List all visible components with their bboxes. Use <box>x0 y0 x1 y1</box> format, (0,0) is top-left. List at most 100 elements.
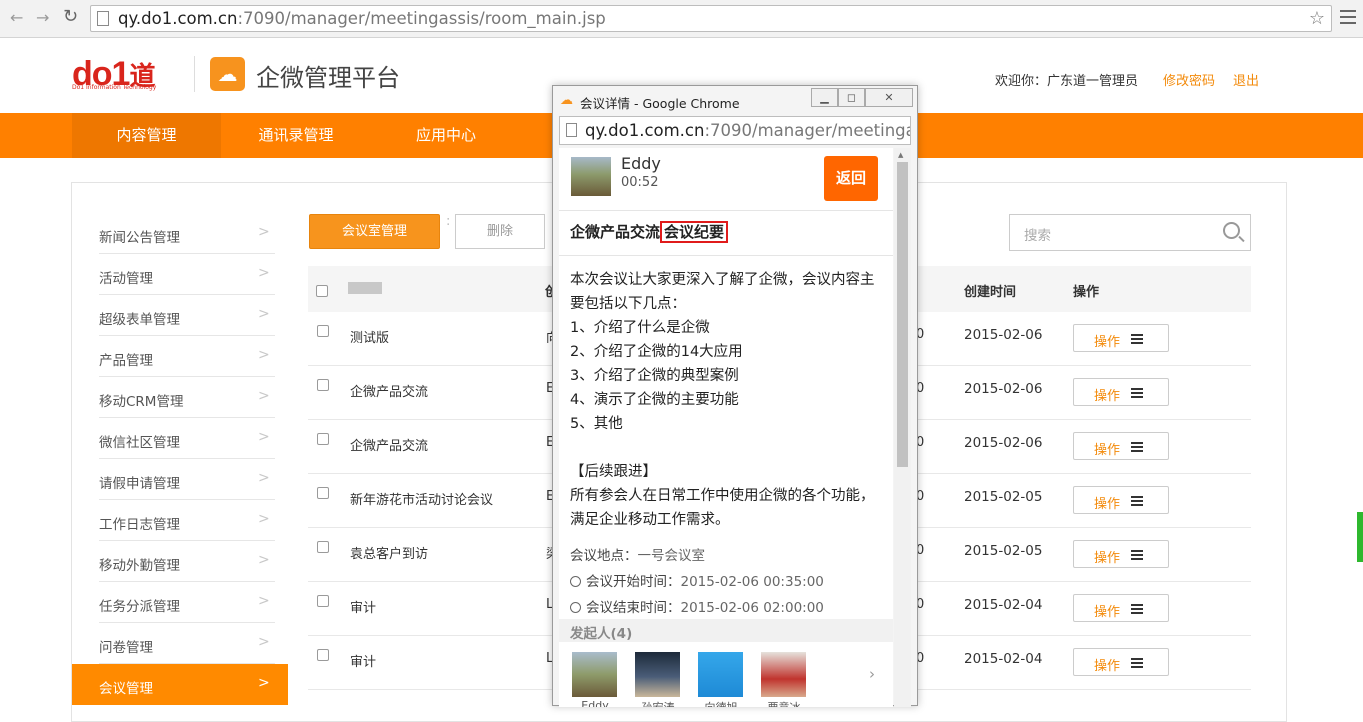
chevron-right-icon: > <box>258 429 270 445</box>
sidebar-item-worklog[interactable]: 工作日志管理 > <box>72 500 288 541</box>
select-all-checkbox[interactable] <box>316 285 328 297</box>
row-action-button[interactable]: 操作 <box>1073 324 1169 352</box>
welcome-text: 欢迎你：广东道一管理员 <box>995 74 1139 89</box>
sidebar: 新闻公告管理 > 活动管理 > 超级表单管理 > 产品管理 > 移动CRM管理 > 微信社… <box>72 213 288 705</box>
row-checkbox[interactable] <box>317 487 329 499</box>
back-arrow-icon[interactable]: ← <box>10 8 23 27</box>
hamburger-icon <box>1131 334 1143 346</box>
hamburger-icon <box>1131 604 1143 616</box>
clock-icon <box>570 602 581 613</box>
delete-button[interactable]: 删除 <box>455 214 545 249</box>
attendee-avatar[interactable] <box>761 652 806 697</box>
maximize-button[interactable]: ◻ <box>838 88 865 107</box>
sidebar-item-meeting[interactable]: 会议管理 > <box>72 664 288 705</box>
chevron-right-icon: > <box>258 552 270 568</box>
sidebar-item-survey[interactable]: 问卷管理 > <box>72 623 288 664</box>
row-action-button[interactable]: 操作 <box>1073 540 1169 568</box>
row-checkbox[interactable] <box>317 433 329 445</box>
hamburger-icon <box>1131 550 1143 562</box>
change-password-link[interactable]: 修改密码 <box>1163 70 1215 89</box>
chevron-right-icon: > <box>258 675 270 691</box>
sidebar-item-news[interactable]: 新闻公告管理 > <box>72 213 288 254</box>
highlighted-title: 会议纪要 <box>660 221 729 243</box>
attendee-avatar[interactable] <box>698 652 743 697</box>
attendee-avatar[interactable] <box>572 652 617 697</box>
button-separator: : <box>446 214 451 229</box>
sidebar-item-field[interactable]: 移动外勤管理 > <box>72 541 288 582</box>
logout-link[interactable]: 退出 <box>1233 70 1259 89</box>
meeting-detail-window: ☁ 会议详情 - Google Chrome ▁ ◻ ✕ qy.do1.com.… <box>552 85 918 707</box>
search-icon[interactable] <box>1223 222 1240 239</box>
row-action-button[interactable]: 操作 <box>1073 486 1169 514</box>
chevron-right-icon: > <box>258 470 270 486</box>
cloud-icon: ☁ <box>210 57 245 91</box>
popup-scrollbar[interactable]: ▲ <box>894 148 911 707</box>
sidebar-item-community[interactable]: 微信社区管理 > <box>72 418 288 459</box>
logo-divider <box>194 56 195 92</box>
reload-icon[interactable]: ↻ <box>63 6 78 27</box>
nav-app-center[interactable]: 应用中心 <box>371 113 521 158</box>
search-input[interactable]: 搜索 <box>1009 214 1251 251</box>
post-time: 00:52 <box>621 175 659 190</box>
cloud-icon: ☁ <box>560 93 573 108</box>
browser-menu-icon[interactable] <box>1340 10 1356 28</box>
minimize-button[interactable]: ▁ <box>811 88 838 107</box>
sidebar-item-task[interactable]: 任务分派管理 > <box>72 582 288 623</box>
row-checkbox[interactable] <box>317 595 329 607</box>
popup-content: Eddy 00:52 返回 企微产品交流 会议纪要 本次会议让大家更深入了解了企微… <box>559 148 893 707</box>
side-indicator <box>1357 512 1363 562</box>
meeting-end-time: 会议结束时间：2015-02-06 02:00:00 <box>570 596 824 616</box>
chevron-right-icon: > <box>258 593 270 609</box>
meeting-start-time: 会议开始时间：2015-02-06 00:35:00 <box>570 570 824 590</box>
window-title: 会议详情 - Google Chrome <box>580 96 740 111</box>
user-name: Eddy <box>621 154 661 173</box>
column-header-action: 操作 <box>1073 285 1100 300</box>
meeting-summary: 本次会议让大家更深入了解了企微，会议内容主要包括以下几点： 1、介绍了什么是企微… <box>570 272 875 528</box>
row-checkbox[interactable] <box>317 541 329 553</box>
forward-arrow-icon[interactable]: → <box>36 8 49 27</box>
scrollbar-thumb[interactable] <box>897 162 908 467</box>
hamburger-icon <box>1131 496 1143 508</box>
address-bar[interactable]: qy.do1.com.cn:7090/manager/meetingassis/… <box>90 5 1332 32</box>
sidebar-item-product[interactable]: 产品管理 > <box>72 336 288 377</box>
app-title: 企微管理平台 <box>256 64 400 92</box>
row-action-button[interactable]: 操作 <box>1073 648 1169 676</box>
chevron-right-icon: > <box>258 306 270 322</box>
popup-url: qy.do1.com.cn:7090/manager/meetingassis <box>585 121 910 140</box>
row-checkbox[interactable] <box>317 649 329 661</box>
row-action-button[interactable]: 操作 <box>1073 378 1169 406</box>
nav-contacts-manage[interactable]: 通讯录管理 <box>221 113 371 158</box>
search-placeholder: 搜索 <box>1024 228 1051 244</box>
row-checkbox[interactable] <box>317 325 329 337</box>
chevron-right-icon: > <box>258 511 270 527</box>
chevron-right-icon: > <box>258 224 270 240</box>
page-icon <box>97 11 109 26</box>
meeting-location: 会议地点：一号会议室 <box>570 548 705 564</box>
nav-content-manage[interactable]: 内容管理 <box>72 113 221 158</box>
bookmark-star-icon[interactable]: ☆ <box>1309 8 1325 29</box>
popup-address-bar[interactable]: qy.do1.com.cn:7090/manager/meetingassis <box>559 116 911 145</box>
close-button[interactable]: ✕ <box>865 88 913 107</box>
sidebar-item-crm[interactable]: 移动CRM管理 > <box>72 377 288 418</box>
meeting-title: 企微产品交流 会议纪要 <box>570 221 729 243</box>
chevron-right-icon[interactable]: › <box>869 665 875 683</box>
avatar <box>571 157 611 196</box>
back-button[interactable]: 返回 <box>824 156 878 201</box>
page-icon <box>566 123 577 137</box>
sidebar-item-form[interactable]: 超级表单管理 > <box>72 295 288 336</box>
row-action-button[interactable]: 操作 <box>1073 432 1169 460</box>
address-url: qy.do1.com.cn:7090/manager/meetingassis/… <box>118 9 606 28</box>
chevron-right-icon: > <box>258 634 270 650</box>
meeting-room-manage-button[interactable]: 会议室管理 <box>309 214 440 249</box>
hamburger-icon <box>1131 442 1143 454</box>
row-action-button[interactable]: 操作 <box>1073 594 1169 622</box>
column-header-created: 创建时间 <box>964 285 1017 300</box>
sidebar-item-activity[interactable]: 活动管理 > <box>72 254 288 295</box>
hamburger-icon <box>1131 658 1143 670</box>
sidebar-item-leave[interactable]: 请假申请管理 > <box>72 459 288 500</box>
header-placeholder-block <box>348 282 382 294</box>
attendee-avatar[interactable] <box>635 652 680 697</box>
row-checkbox[interactable] <box>317 379 329 391</box>
initiator-section-header: 发起人(4) <box>559 619 893 642</box>
scroll-up-icon[interactable]: ▲ <box>898 151 903 159</box>
